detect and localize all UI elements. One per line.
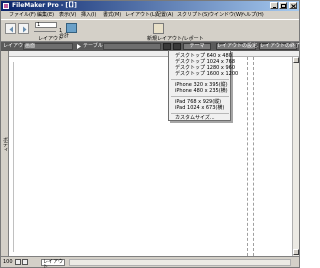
menu-insert[interactable]: 挿入(I)	[81, 12, 96, 19]
menu-separator	[171, 96, 229, 97]
status-bar: 100 レイアウト	[1, 256, 299, 268]
menu-item-desktop-1600[interactable]: デスクトップ 1600 x 1200	[175, 71, 238, 77]
close-button[interactable]	[289, 2, 297, 9]
desktop-icon[interactable]	[163, 43, 171, 50]
next-layout-button[interactable]	[18, 23, 29, 34]
menu-separator	[171, 79, 229, 80]
filemaker-window: FileMaker Pro - [【】] ファイル(F) 編集(E) 表示(V)…	[0, 0, 300, 268]
menu-item-iphone-landscape[interactable]: iPhone 480 x 235(横)	[175, 88, 228, 94]
manage-layouts-icon[interactable]	[66, 23, 77, 33]
exit-layout-button[interactable]: レイアウトの終了	[259, 43, 300, 50]
arrow-right-icon	[23, 26, 27, 33]
horizontal-scrollbar[interactable]	[69, 259, 291, 266]
menu-item-custom-size[interactable]: カスタムサイズ...	[175, 115, 215, 121]
menu-help[interactable]: ヘルプ(H)	[241, 12, 264, 19]
title-bar: FileMaker Pro - [【】]	[1, 1, 299, 11]
screen-width-guide	[247, 57, 248, 256]
scroll-down-arrow[interactable]	[293, 249, 299, 255]
menu-edit[interactable]: 編集(E)	[37, 12, 54, 19]
menu-scripts[interactable]: スクリプト(S)	[177, 12, 209, 19]
window-title: FileMaker Pro - [【】]	[12, 2, 77, 9]
layout-number-field[interactable]: 1	[35, 22, 57, 28]
new-layout-icon[interactable]	[153, 23, 164, 34]
scroll-up-arrow[interactable]	[293, 57, 299, 63]
new-layout-label[interactable]: 新規レイアウト/レポート	[147, 35, 204, 42]
zoom-out-button[interactable]	[15, 259, 21, 265]
maximize-icon	[281, 4, 286, 8]
previous-layout-button[interactable]	[5, 23, 16, 34]
layout-canvas[interactable]	[9, 57, 292, 256]
arrow-left-icon	[9, 26, 13, 33]
menu-separator	[171, 113, 229, 114]
menu-window[interactable]: ウインドウ(W)	[209, 12, 243, 19]
minimize-icon	[273, 7, 276, 8]
table-select[interactable]	[103, 43, 161, 50]
maximize-button[interactable]	[279, 2, 287, 9]
menu-bar: ファイル(F) 編集(E) 表示(V) 挿入(I) 書式(M) レイアウト(L)…	[1, 11, 299, 20]
screen-size-menu: デスクトップ 640 x 480 デスクトップ 1024 x 768 デスクトッ…	[168, 50, 238, 121]
layout-settings-button[interactable]: レイアウトの設定...	[216, 43, 262, 50]
toolbar: 1 1 合計 レイアウト 新規レイアウト/レポート	[1, 20, 299, 42]
theme-button[interactable]: テーマ	[183, 43, 211, 50]
menu-layouts[interactable]: レイアウト(L)	[125, 12, 157, 19]
menu-file[interactable]: ファイル(F)	[9, 12, 36, 19]
layout-slider[interactable]	[34, 31, 56, 32]
layout-bar: レイアウト: 画面 テーブル: テーマ レイアウトの設定... レイアウトの終了	[1, 42, 300, 51]
layout-body-area[interactable]	[13, 62, 282, 252]
screen-width-guide-2	[253, 57, 254, 256]
menu-format[interactable]: 書式(M)	[103, 12, 121, 19]
layout-select[interactable]: 画面	[23, 43, 73, 50]
zoom-level: 100	[3, 259, 13, 265]
filemaker-icon	[3, 3, 9, 9]
layout-label: レイアウト	[38, 36, 64, 42]
table-arrow-icon	[77, 44, 81, 49]
device-icon[interactable]	[173, 43, 181, 50]
menu-arrange[interactable]: 配置(A)	[156, 12, 173, 19]
body-part-label[interactable]: ボディ	[2, 137, 9, 152]
minimize-button[interactable]	[270, 2, 278, 9]
vertical-scrollbar[interactable]	[292, 57, 299, 256]
menu-view[interactable]: 表示(V)	[59, 12, 76, 19]
part-label-strip: ボディ	[1, 51, 9, 256]
mode-select[interactable]: レイアウト	[41, 259, 65, 268]
menu-item-ipad-landscape[interactable]: iPad 1024 x 673(横)	[175, 105, 224, 111]
table-label: テーブル:	[83, 43, 105, 49]
close-icon	[291, 4, 296, 9]
zoom-in-button[interactable]	[22, 259, 28, 265]
